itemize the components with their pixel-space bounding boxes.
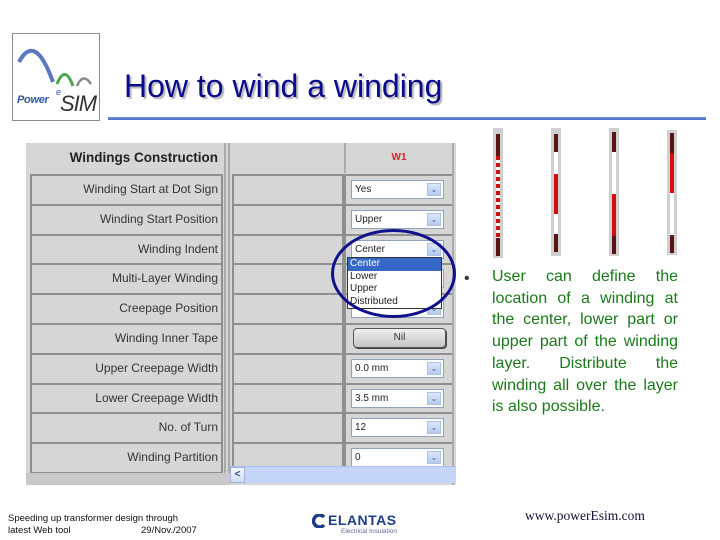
row-label: Lower Creepage Width <box>32 382 221 413</box>
chevron-down-icon[interactable]: ⌄ <box>427 212 441 226</box>
upper-creepage-width-select[interactable]: 0.0 mm ⌄ <box>351 358 444 378</box>
lower-creepage-width-select[interactable]: 3.5 mm ⌄ <box>351 388 444 408</box>
select-value: 3.5 mm <box>355 392 389 404</box>
highlight-ellipse <box>331 229 456 318</box>
diagram-distributed <box>493 128 503 258</box>
website-url[interactable]: www.powerEsim.com <box>525 508 645 524</box>
diagram-lower <box>609 128 619 256</box>
select-value: 0 <box>355 452 361 464</box>
chevron-down-icon[interactable]: ⌄ <box>427 391 441 405</box>
number-of-turns-select[interactable]: 12 ⌄ <box>351 418 444 438</box>
chevron-down-icon[interactable]: ⌄ <box>427 451 441 465</box>
select-value: 0.0 mm <box>355 362 389 374</box>
footer-caption: Speeding up transformer design through l… <box>8 513 208 537</box>
logo-sim-text: SIM <box>60 91 97 116</box>
chevron-down-icon[interactable]: ⌄ <box>427 361 441 375</box>
row-label: Creepage Position <box>32 293 221 323</box>
footer-line1: Speeding up transformer design through <box>8 513 179 524</box>
elantas-subtitle: Electrical Insulation <box>341 528 397 535</box>
row-label: Winding Partition <box>32 442 221 472</box>
elantas-logo: ELANTAS Electrical Insulation <box>310 511 410 539</box>
blank-cell <box>234 352 342 383</box>
elantas-name: ELANTAS <box>328 512 397 528</box>
elantas-mark-icon <box>312 514 326 528</box>
winding-inner-tape-button[interactable]: Nil <box>353 327 446 348</box>
bullet-icon: • <box>464 270 470 287</box>
select-value: Yes <box>355 184 372 195</box>
row-label: Winding Inner Tape <box>32 322 221 353</box>
select-value: 12 <box>355 422 367 434</box>
blank-cell <box>234 382 342 413</box>
blank-cell <box>234 322 342 353</box>
row-label: Upper Creepage Width <box>32 352 221 383</box>
blank-cell <box>234 174 342 204</box>
horizontal-scrollbar[interactable]: < <box>230 466 456 483</box>
blank-cell <box>234 263 342 293</box>
label-table: Winding Start at Dot Sign Winding Start … <box>30 174 223 474</box>
page-title: How to wind a winding <box>124 68 443 104</box>
winding-diagrams <box>480 120 720 270</box>
row-label: Winding Start Position <box>32 203 221 234</box>
row-label: Winding Start at Dot Sign <box>32 174 221 204</box>
panel-bottom-border <box>26 473 230 485</box>
column-header-w1: W1 <box>344 143 452 173</box>
chevron-down-icon[interactable]: ⌄ <box>427 421 441 435</box>
w1-column: Yes⌄ Upper⌄ Center⌄ ⌄ ⌄ Nil 0.0 mm⌄ 3.5 … <box>344 174 452 472</box>
blank-cell <box>234 233 342 264</box>
column-divider <box>224 143 230 485</box>
section-header: Windings Construction <box>69 150 218 165</box>
column-edge <box>452 143 456 485</box>
row-label: Multi-Layer Winding <box>32 263 221 294</box>
chevron-down-icon[interactable]: ⌄ <box>427 183 441 196</box>
scroll-left-icon[interactable]: < <box>230 467 245 483</box>
row-label: No. of Turn <box>32 412 221 443</box>
poweresim-logo: Power e SIM <box>12 33 100 121</box>
diagram-upper <box>667 130 677 255</box>
blank-cell <box>234 412 342 442</box>
blank-column <box>232 174 344 474</box>
winding-start-position-select[interactable]: Upper ⌄ <box>351 209 444 229</box>
blank-cell <box>234 203 342 234</box>
bullet-text: User can define the location of a windin… <box>492 268 678 416</box>
logo-power-text: Power <box>17 94 49 106</box>
footer-date: 29/Nov./2007 <box>141 525 197 536</box>
winding-partition-select[interactable]: 0 ⌄ <box>351 448 444 468</box>
diagram-center <box>551 128 561 256</box>
row-label: Winding Indent <box>32 233 221 264</box>
blank-cell <box>234 293 342 323</box>
winding-start-dot-select[interactable]: Yes ⌄ <box>351 180 444 199</box>
select-value: Upper <box>355 213 383 225</box>
